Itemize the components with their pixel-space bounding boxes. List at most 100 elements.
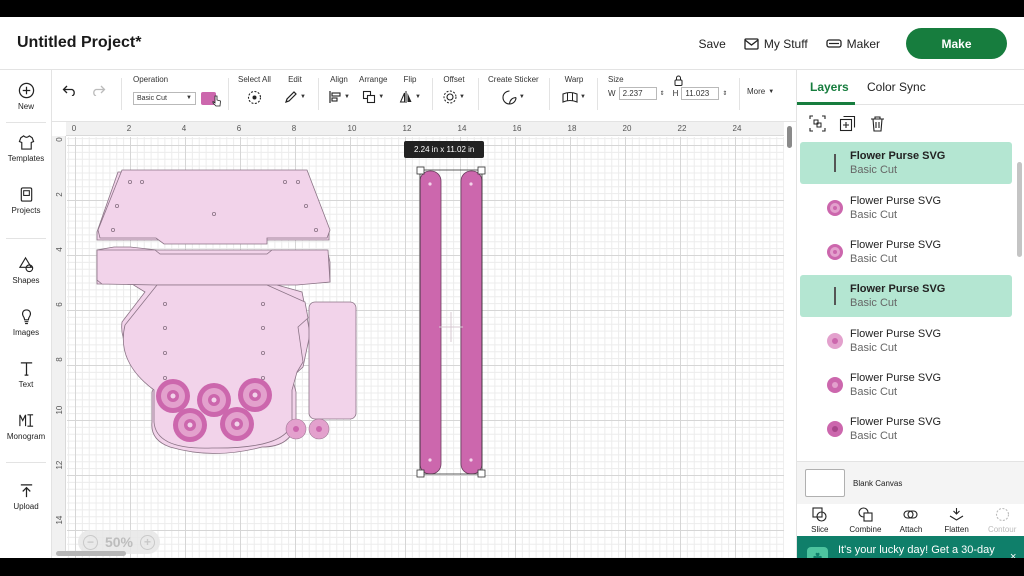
sidebar-item-text[interactable]: Text bbox=[0, 360, 52, 389]
make-button[interactable]: Make bbox=[906, 28, 1007, 59]
size-group: Size W 2.237 ⇕ H 11.023 ⇕ bbox=[608, 75, 727, 100]
design-canvas[interactable]: 0 2 4 6 8 10 12 14 16 18 20 22 24 0 2 4 … bbox=[52, 122, 796, 558]
sidebar-item-upload[interactable]: Upload bbox=[0, 482, 52, 511]
create-sticker-label: Create Sticker bbox=[488, 75, 539, 84]
toolbar-divider bbox=[432, 78, 433, 110]
layer-item[interactable]: Flower Purse SVG Basic Cut bbox=[800, 364, 1012, 406]
warp-label: Warp bbox=[564, 75, 584, 84]
width-label: W bbox=[608, 89, 616, 98]
layer-item[interactable]: Flower Purse SVG Basic Cut bbox=[800, 231, 1012, 273]
pencil-icon bbox=[285, 91, 297, 103]
warp-button[interactable]: Warp ▼ bbox=[562, 75, 586, 105]
select-all-icon bbox=[247, 90, 262, 104]
redo-icon[interactable] bbox=[91, 84, 106, 96]
maker-button[interactable]: Maker bbox=[826, 37, 880, 51]
attach-button[interactable]: Attach bbox=[889, 507, 933, 534]
layer-operation: Basic Cut bbox=[850, 164, 898, 176]
contour-label: Contour bbox=[987, 524, 1017, 534]
layer-item[interactable]: Flower Purse SVG Basic Cut bbox=[800, 187, 1012, 229]
maker-label: Maker bbox=[846, 36, 880, 51]
layers-scrollbar[interactable] bbox=[1017, 162, 1022, 257]
horizontal-scrollbar[interactable] bbox=[56, 551, 126, 556]
sidebar-item-new[interactable]: New bbox=[0, 82, 52, 111]
slice-button[interactable]: Slice bbox=[798, 506, 842, 534]
operation-select[interactable]: Basic Cut ▼ bbox=[133, 91, 196, 105]
duplicate-icon[interactable] bbox=[839, 115, 856, 132]
save-button[interactable]: Save bbox=[699, 37, 726, 51]
sidebar-item-label: Monogram bbox=[6, 432, 46, 441]
flip-label: Flip bbox=[403, 75, 417, 84]
sidebar-item-images[interactable]: Images bbox=[0, 308, 52, 337]
more-button[interactable]: More ▼ bbox=[747, 87, 774, 96]
zoom-in-button[interactable]: + bbox=[140, 534, 155, 550]
operation-label: Operation bbox=[133, 75, 169, 84]
contour-icon bbox=[995, 507, 1009, 521]
layer-item[interactable]: Flower Purse SVG Basic Cut bbox=[800, 142, 1012, 184]
sidebar-item-projects[interactable]: Projects bbox=[0, 186, 52, 215]
combine-button[interactable]: Combine bbox=[843, 506, 887, 534]
flatten-button[interactable]: Flatten bbox=[935, 507, 979, 534]
sticker-icon bbox=[502, 89, 517, 105]
sidebar-item-monogram[interactable]: Monogram bbox=[0, 412, 52, 441]
stepper-icon[interactable]: ⇕ bbox=[722, 90, 727, 97]
warp-icon bbox=[562, 91, 578, 103]
edit-label: Edit bbox=[288, 75, 302, 84]
edit-button[interactable]: Edit ▼ bbox=[284, 75, 306, 105]
attach-icon bbox=[903, 509, 919, 519]
group-icon[interactable] bbox=[809, 115, 826, 132]
tab-layers[interactable]: Layers bbox=[810, 80, 849, 94]
center-crosshair bbox=[439, 312, 463, 342]
layer-item[interactable]: Flower Purse SVG Basic Cut bbox=[800, 320, 1012, 362]
width-input[interactable]: 2.237 bbox=[618, 87, 657, 100]
sidebar-item-templates[interactable]: Templates bbox=[0, 134, 52, 163]
trash-icon[interactable] bbox=[869, 115, 886, 132]
panel-tabs: Layers Color Sync bbox=[797, 70, 1024, 105]
arrange-button[interactable]: Arrange ▼ bbox=[359, 75, 387, 105]
layer-name: Flower Purse SVG bbox=[850, 328, 942, 340]
shirt-icon bbox=[18, 135, 34, 150]
project-title[interactable]: Untitled Project* bbox=[17, 34, 141, 52]
toolbar-divider bbox=[739, 78, 740, 110]
stepper-icon[interactable]: ⇕ bbox=[660, 90, 665, 97]
layer-operation: Basic Cut bbox=[850, 209, 898, 221]
offset-button[interactable]: Offset ▼ bbox=[443, 75, 465, 105]
flower-icon bbox=[827, 244, 843, 260]
promo-banner[interactable]: ☘ It's your lucky day! Get a 30-day free… bbox=[797, 536, 1024, 558]
zoom-level: 50% bbox=[104, 534, 134, 550]
sidebar-item-shapes[interactable]: Shapes bbox=[0, 256, 52, 285]
height-field: H 11.023 ⇕ bbox=[673, 87, 727, 100]
select-all-button[interactable]: Select All bbox=[238, 75, 271, 105]
size-label: Size bbox=[608, 75, 624, 84]
design-space-app: Untitled Project* Save My Stuff Maker Ma… bbox=[0, 17, 1024, 558]
flip-button[interactable]: Flip ▼ bbox=[399, 75, 421, 105]
projects-icon bbox=[20, 187, 32, 202]
align-icon bbox=[329, 91, 341, 103]
create-sticker-button[interactable]: Create Sticker ▼ bbox=[488, 75, 539, 105]
layer-name: Flower Purse SVG bbox=[850, 195, 942, 207]
vertical-scrollbar[interactable] bbox=[787, 126, 792, 148]
layer-operation: Basic Cut bbox=[850, 430, 898, 442]
blank-canvas-row[interactable]: Blank Canvas bbox=[797, 461, 1024, 504]
layers-list: Flower Purse SVG Basic Cut Flower Purse S… bbox=[797, 142, 1017, 444]
align-button[interactable]: Align ▼ bbox=[328, 75, 350, 105]
chevron-down-icon: ▼ bbox=[768, 88, 775, 95]
blank-canvas-label: Blank Canvas bbox=[853, 478, 903, 488]
undo-icon[interactable] bbox=[62, 84, 77, 96]
zoom-out-button[interactable]: − bbox=[83, 534, 98, 550]
sidebar-item-label: Upload bbox=[13, 502, 39, 511]
tab-color-sync[interactable]: Color Sync bbox=[867, 80, 926, 94]
my-stuff-button[interactable]: My Stuff bbox=[744, 37, 808, 51]
layer-item[interactable]: Flower Purse SVG Basic Cut bbox=[800, 408, 1012, 444]
nav-divider bbox=[6, 462, 46, 463]
toolbar-divider bbox=[549, 78, 550, 110]
flower-icon bbox=[827, 200, 843, 216]
layer-item[interactable]: Flower Purse SVG Basic Cut bbox=[800, 275, 1012, 317]
height-input[interactable]: 11.023 bbox=[681, 87, 720, 100]
lock-icon[interactable] bbox=[674, 75, 683, 86]
close-icon[interactable]: × bbox=[1010, 551, 1016, 558]
chevron-down-icon: ▼ bbox=[300, 94, 306, 100]
chevron-down-icon: ▼ bbox=[344, 94, 350, 100]
save-label: Save bbox=[698, 36, 726, 51]
contour-button[interactable]: Contour bbox=[980, 507, 1024, 534]
mail-icon bbox=[744, 37, 759, 50]
